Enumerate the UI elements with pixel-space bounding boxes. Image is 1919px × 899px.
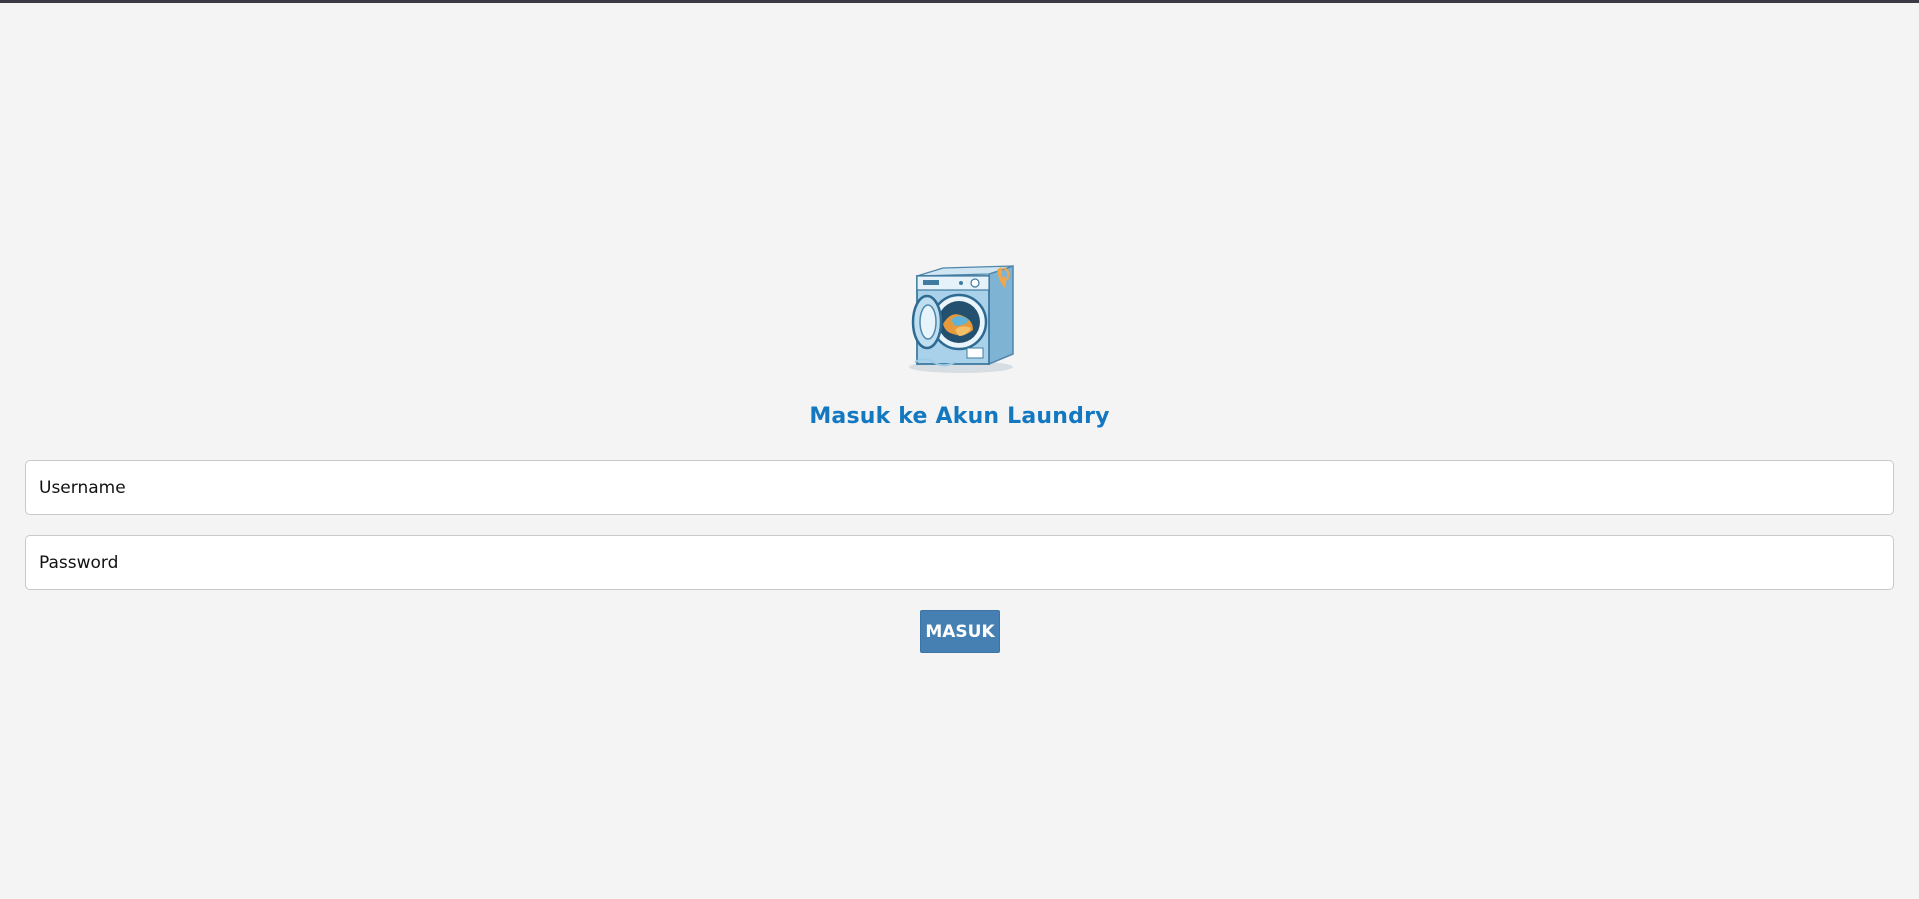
- page-title: Masuk ke Akun Laundry: [809, 404, 1110, 429]
- username-input[interactable]: [25, 460, 1894, 515]
- login-button[interactable]: MASUK: [920, 610, 1000, 653]
- password-input[interactable]: [25, 535, 1894, 590]
- login-page: Masuk ke Akun Laundry MASUK: [0, 0, 1919, 899]
- washing-machine-icon: [901, 260, 1021, 378]
